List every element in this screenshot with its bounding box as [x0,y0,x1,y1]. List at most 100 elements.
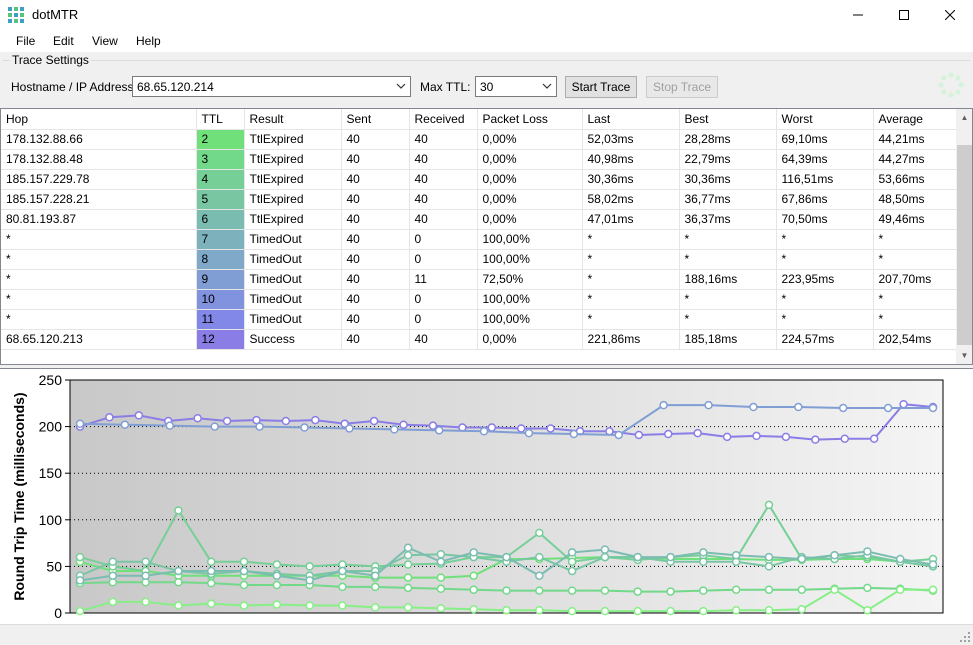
table-row[interactable]: 178.132.88.48 3 TtlExpired 40 40 0,00% 40,98ms… [1,149,957,170]
cell-loss: 0,00% [477,209,583,230]
cell-sent: 40 [341,189,410,210]
data-point [206,557,216,566]
scroll-up-icon[interactable]: ▲ [956,109,972,126]
data-point [633,587,642,596]
cell-received: 40 [409,149,478,170]
data-point [479,427,489,436]
data-point [469,548,478,557]
data-point [371,582,380,592]
column-header[interactable]: Best [679,109,777,130]
column-header[interactable]: Hop [1,109,197,130]
minimize-icon [853,14,863,16]
cell-last: 58,02ms [582,189,680,210]
column-header[interactable]: Sent [341,109,410,130]
cell-worst: * [776,309,874,330]
table-row[interactable]: 185.157.229.78 4 TtlExpired 40 40 0,00% 30,36m… [1,169,957,190]
chevron-down-icon[interactable] [541,79,553,93]
data-point [764,585,774,594]
cell-avg: 49,46ms [873,209,957,230]
data-point [165,421,175,430]
scroll-down-icon[interactable]: ▼ [956,347,972,364]
column-header[interactable]: Packet Loss [477,109,583,130]
cell-result: TtlExpired [244,169,342,190]
close-button[interactable] [927,0,973,30]
maximize-button[interactable] [881,0,927,30]
data-point [255,422,264,431]
data-point [535,552,544,562]
data-point [535,586,544,595]
title-bar[interactable]: dotMTR [0,0,973,30]
table-row[interactable]: 80.81.193.87 6 TtlExpired 40 40 0,00% 47,01ms 3… [1,209,957,230]
y-tick-label: 200 [39,419,63,435]
menu-file[interactable]: File [16,34,35,48]
hostname-combobox[interactable]: 68.65.120.214 [132,76,411,97]
data-point [502,586,511,595]
column-header[interactable]: Result [244,109,342,130]
resize-grip-icon[interactable] [959,631,971,643]
data-point [338,566,347,576]
data-point [403,573,413,582]
stop-trace-button[interactable]: Stop Trace [646,76,718,98]
cell-ttl: 3 [196,149,245,170]
table-row[interactable]: 68.65.120.213 12 Success 40 40 0,00% 221,86ms 1… [1,329,957,350]
column-header[interactable]: Average [873,109,957,130]
table-row[interactable]: * 8 TimedOut 40 0 100,00% * * * * [1,249,957,270]
data-point [600,545,610,554]
cell-result: TimedOut [244,249,342,270]
data-point [666,587,675,596]
column-header[interactable]: Worst [776,109,874,130]
data-point [811,435,820,444]
data-point [699,586,708,595]
column-header[interactable]: TTL [196,109,245,130]
minimize-button[interactable] [835,0,881,30]
chevron-down-icon[interactable] [395,79,407,93]
cell-best: 185,18ms [679,329,777,350]
cell-ttl: 6 [196,209,245,230]
app-logo-icon [8,7,24,23]
column-header[interactable]: Last [582,109,680,130]
scroll-thumb[interactable] [957,145,972,345]
data-point [75,576,85,585]
data-point [174,601,183,610]
y-tick-label: 50 [46,558,62,574]
table-row[interactable]: 178.132.88.66 2 TtlExpired 40 40 0,00% 52,03ms… [1,129,957,150]
data-point [869,434,879,443]
data-point [369,416,379,426]
data-point [895,554,905,564]
y-axis-label: Round Trip Time (milliseconds) [11,392,27,600]
data-point [704,400,713,410]
data-point [403,550,413,560]
data-point [794,402,803,412]
table-row[interactable]: * 9 TimedOut 40 11 72,50% * 188,16ms 223,95ms 207… [1,269,957,290]
column-header[interactable]: Received [409,109,478,130]
data-point [338,582,347,592]
maximize-icon [899,10,909,20]
max-ttl-combobox[interactable]: 30 [475,76,557,97]
data-point [524,428,534,438]
menu-view[interactable]: View [92,34,118,48]
table-row[interactable]: * 7 TimedOut 40 0 100,00% * * * * [1,229,957,250]
data-point [764,500,774,510]
cell-received: 0 [409,309,478,330]
table-row[interactable]: * 11 TimedOut 40 0 100,00% * * * * [1,309,957,330]
cell-result: TtlExpired [244,189,342,210]
data-point [666,606,675,616]
data-point [239,557,249,566]
table-row[interactable]: * 10 TimedOut 40 0 100,00% * * * * [1,289,957,310]
start-trace-button[interactable]: Start Trace [565,76,637,98]
menu-help[interactable]: Help [136,34,161,48]
data-point [141,557,150,566]
data-point [436,573,446,582]
cell-best: 22,79ms [679,149,777,170]
table-scrollbar[interactable]: ▲ ▼ [956,109,972,364]
menu-edit[interactable]: Edit [53,34,74,48]
data-point [108,571,118,580]
cell-result: Success [244,329,342,350]
cell-worst: 70,50ms [776,209,874,230]
data-point [399,420,408,429]
data-point [567,586,577,595]
table-row[interactable]: 185.157.228.21 5 TtlExpired 40 40 0,00% 58,02m… [1,189,957,210]
data-point [633,606,642,616]
data-point [469,605,478,614]
cell-avg: 53,66ms [873,169,957,190]
